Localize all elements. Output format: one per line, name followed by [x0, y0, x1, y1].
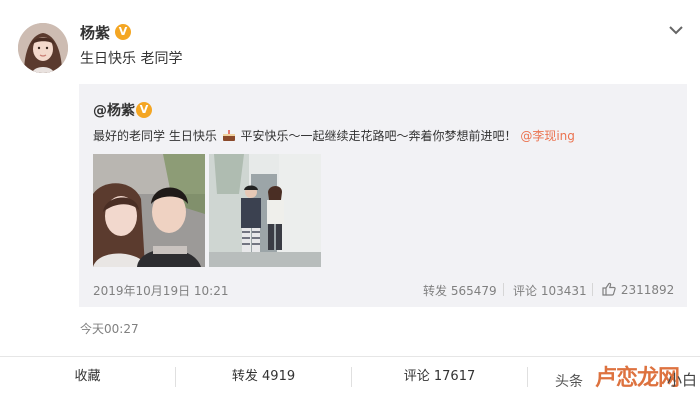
cake-emoji-icon [222, 130, 235, 141]
post-timestamp[interactable]: 今天00:27 [80, 320, 139, 337]
author-name[interactable]: 杨紫 [80, 22, 110, 43]
verified-badge-icon: V [136, 102, 152, 118]
original-text: 最好的老同学 生日快乐 平安快乐～一起继续走花路吧～奔着你梦想前进吧！ @李现i… [93, 127, 575, 144]
original-comment-label: 评论 103431 [513, 284, 587, 298]
original-like-count[interactable]: 2311892 [592, 282, 675, 297]
post-text: 生日快乐 老同学 [80, 51, 183, 67]
original-author[interactable]: @杨紫 [93, 100, 135, 120]
original-timestamp[interactable]: 2019年10月19日 10:21 [93, 282, 228, 299]
original-comment-count[interactable]: 评论 103431 [503, 282, 587, 299]
thumbs-up-icon [602, 282, 616, 296]
verified-badge-icon: V [115, 24, 131, 40]
original-text-part-1: 最好的老同学 生日快乐 [93, 129, 217, 143]
avatar[interactable] [18, 23, 68, 73]
original-repost-label: 转发 565479 [423, 284, 497, 298]
stat-divider [503, 283, 504, 296]
comment-button[interactable]: 评论 17617 [352, 357, 527, 397]
chevron-down-icon[interactable] [668, 24, 684, 36]
original-like-label: 2311892 [620, 283, 675, 297]
mention-link[interactable]: @李现ing [520, 129, 575, 143]
repost-button[interactable]: 转发 4919 [176, 357, 351, 397]
watermark-prefix: 头条 [555, 374, 583, 390]
reposted-weibo: @杨紫 V 最好的老同学 生日快乐 平安快乐～一起继续走花路吧～奔着你梦想前进吧… [79, 84, 687, 307]
stat-divider [592, 283, 593, 296]
original-repost-count[interactable]: 转发 565479 [423, 282, 497, 299]
original-text-part-2: 平安快乐～一起继续走花路吧～奔着你梦想前进吧！ [240, 129, 517, 143]
watermark-suffix: 小白 [667, 371, 698, 389]
photo-thumbnail[interactable] [93, 154, 205, 267]
favorite-button[interactable]: 收藏 [0, 357, 175, 397]
weibo-post-card: 杨紫 V 生日快乐 老同学 @杨紫 V 最好的老同学 生日快乐 平安快乐～一起继… [0, 0, 700, 402]
photo-thumbnail[interactable] [209, 154, 321, 267]
